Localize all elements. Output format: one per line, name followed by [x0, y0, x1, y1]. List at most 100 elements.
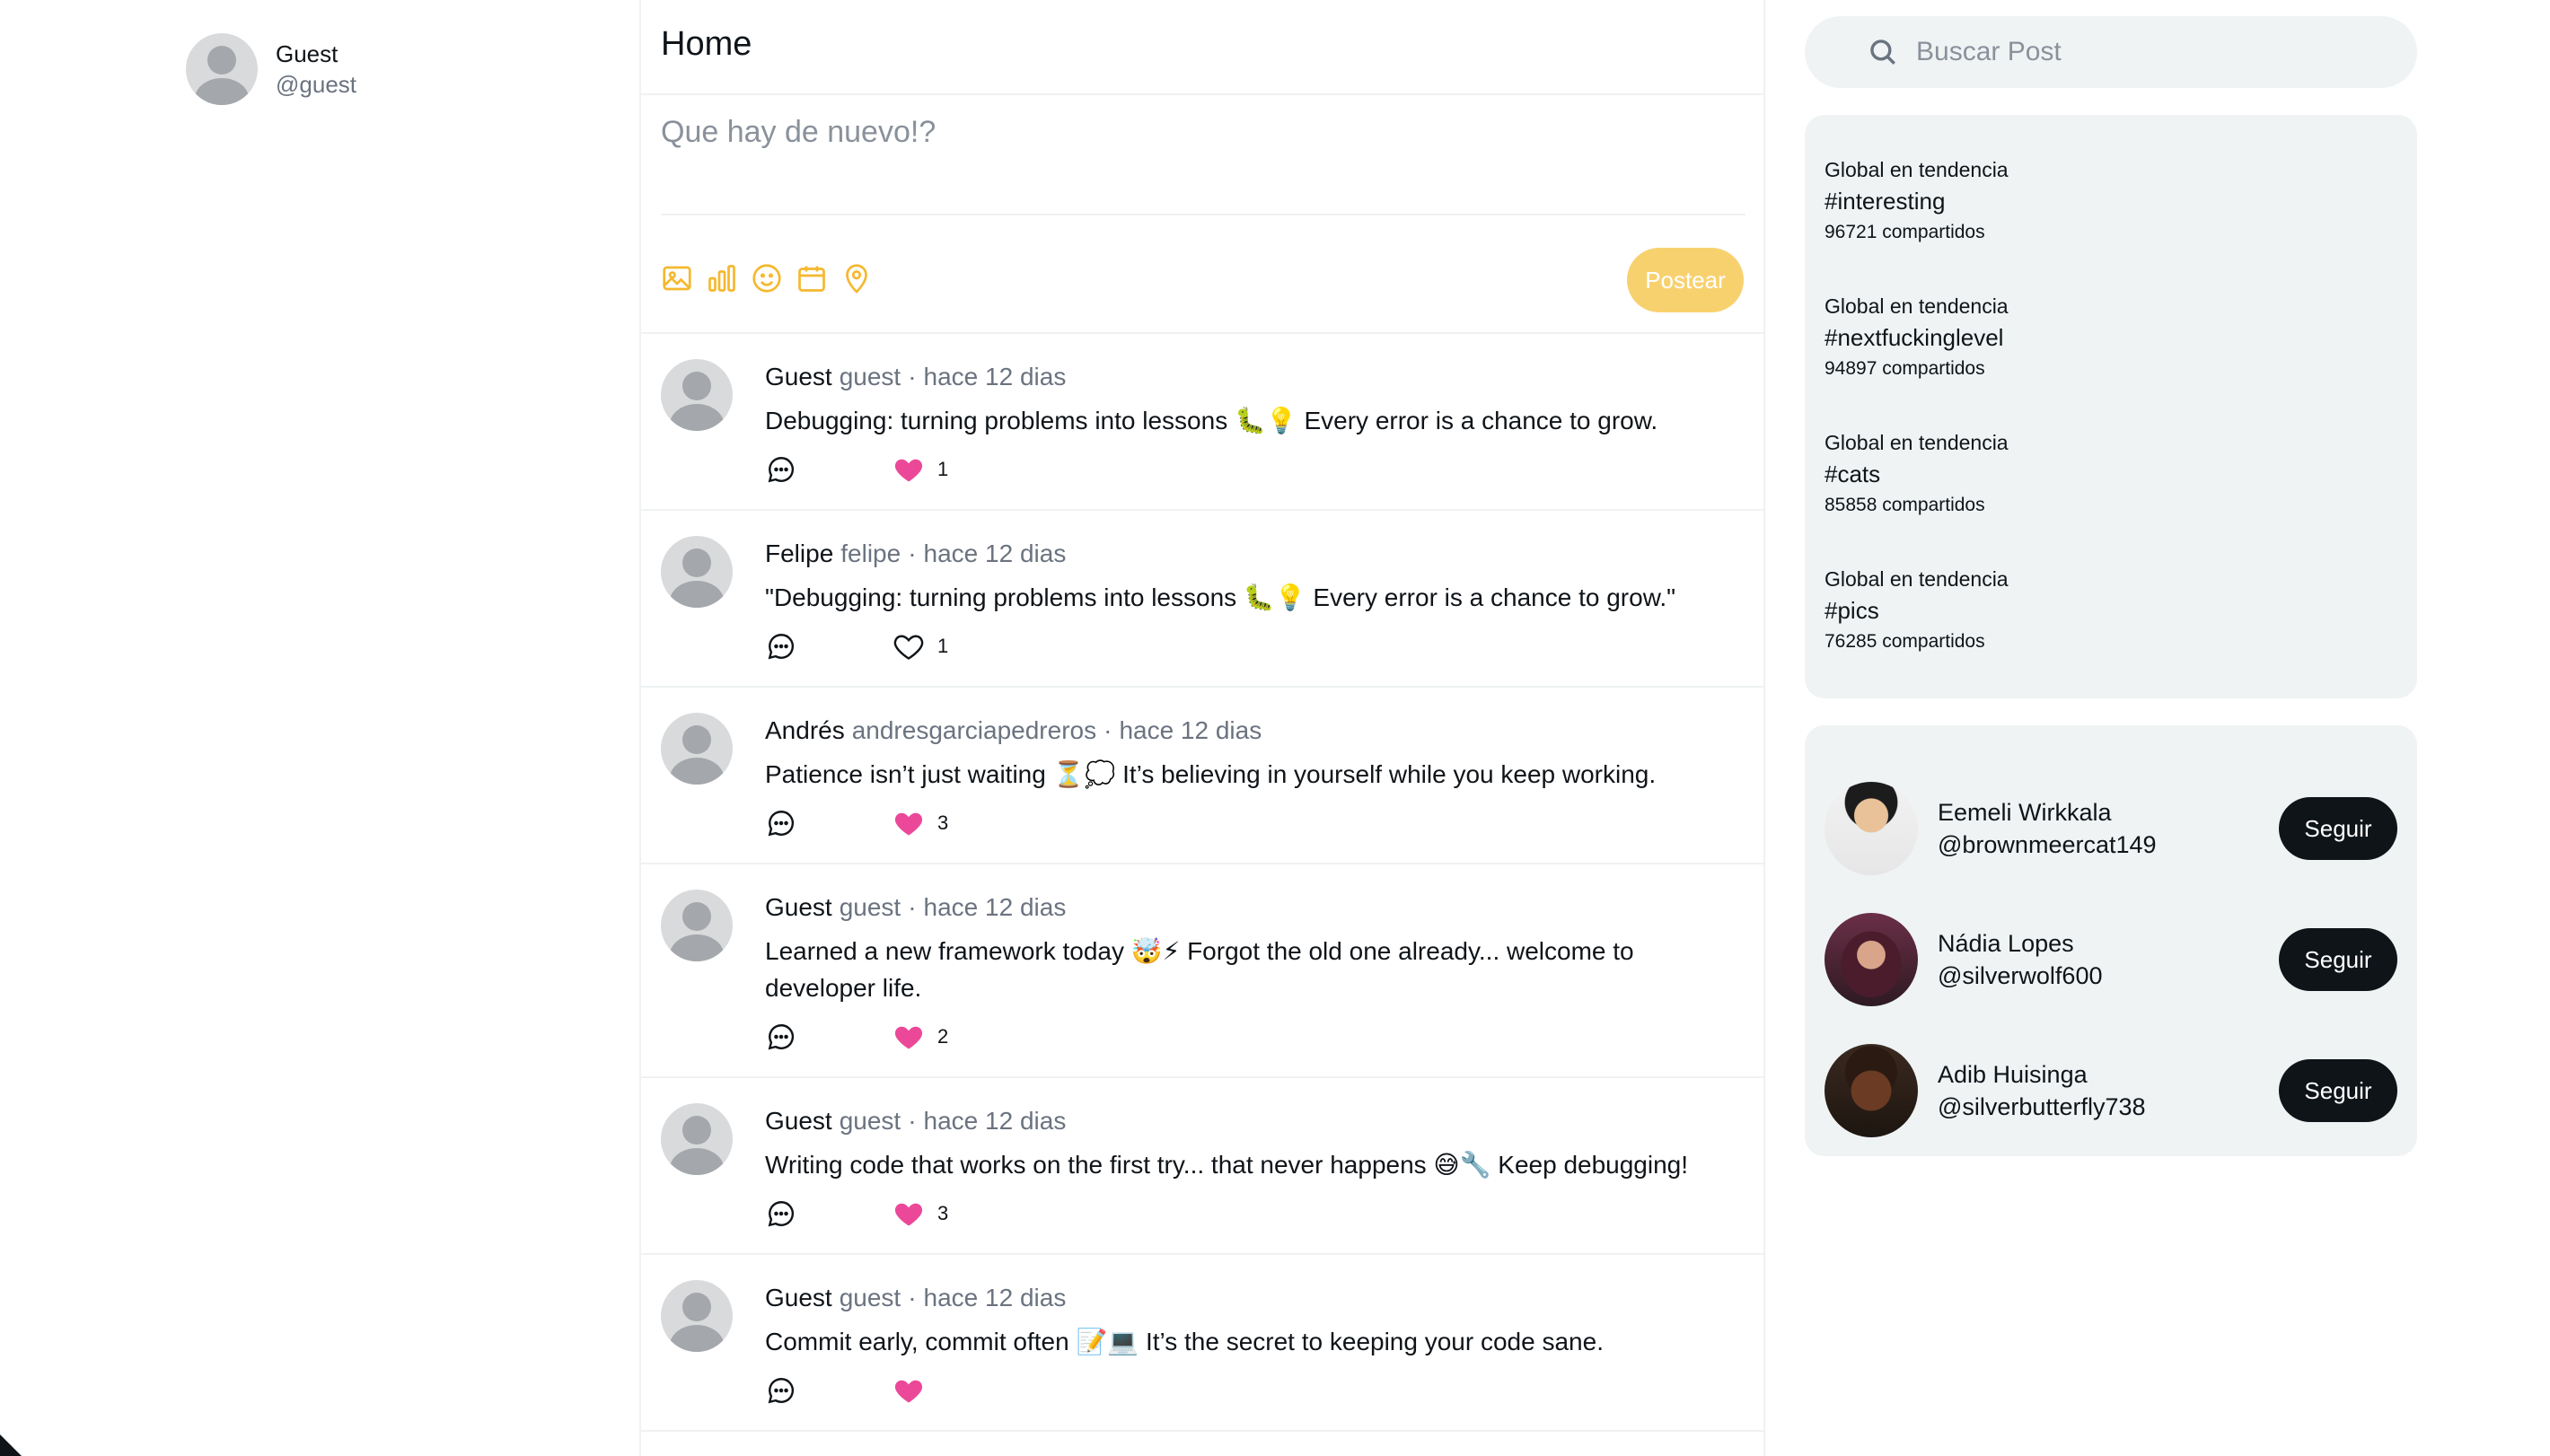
post[interactable]: Guest guest · hace 12 dias Debugging: turni… [641, 334, 1763, 511]
post-header: Guest guest · hace 12 dias [765, 361, 1728, 393]
post-author-handle[interactable]: guest [840, 363, 901, 390]
separator: · [908, 1284, 917, 1311]
follow-name[interactable]: Eemeli Wirkkala [1938, 796, 2279, 829]
like-button[interactable]: 3 [892, 1197, 948, 1230]
separator: · [908, 893, 917, 921]
post-author-name[interactable]: Felipe [765, 539, 833, 567]
follow-info: Adib Huisinga @silverbutterfly738 [1938, 1058, 2279, 1123]
post-text: Learned a new framework today 🤯⚡ Forgot … [765, 937, 1634, 1002]
comment-icon[interactable] [765, 1197, 797, 1230]
avatar[interactable] [661, 713, 733, 785]
trend-item[interactable]: Global en tendencia #pics 76285 comparti… [1825, 566, 2397, 702]
like-button[interactable]: 2 [892, 1021, 948, 1053]
trend-count: 85858 compartidos [1825, 495, 1985, 515]
who-to-follow-panel: Eemeli Wirkkala @brownmeercat149 Seguir … [1805, 725, 2417, 1156]
comment-icon[interactable] [765, 807, 797, 839]
emoji-icon[interactable] [751, 262, 783, 294]
location-icon[interactable] [840, 262, 873, 294]
avatar[interactable] [1825, 913, 1918, 1006]
post-author-name[interactable]: Andrés [765, 716, 845, 744]
post-author-handle[interactable]: guest [840, 1284, 901, 1311]
comment-icon[interactable] [765, 630, 797, 662]
post-author-handle[interactable]: guest [840, 1107, 901, 1135]
follow-button[interactable]: Seguir [2279, 797, 2397, 860]
post-timestamp: hace 12 dias [923, 1284, 1067, 1311]
avatar[interactable] [661, 536, 733, 608]
post[interactable]: Guest guest · hace 12 dias Commit early, co… [641, 1255, 1763, 1432]
post-author-name[interactable]: Guest [765, 1284, 832, 1311]
current-user[interactable]: Guest @guest [186, 33, 356, 105]
post-header: Andrés andresgarciapedreros · hace 12 dias [765, 715, 1728, 747]
avatar[interactable] [661, 359, 733, 431]
like-button[interactable] [892, 1374, 937, 1407]
trend-context: Global en tendencia [1825, 567, 2009, 591]
post-actions: 3 [765, 1194, 1728, 1253]
post-timestamp: hace 12 dias [923, 363, 1067, 390]
avatar[interactable] [1825, 782, 1918, 875]
composer-toolbar [661, 262, 873, 294]
post-body: Guest guest · hace 12 dias Commit early, co… [765, 1255, 1763, 1430]
post-author-name[interactable]: Guest [765, 893, 832, 921]
post-actions: 2 [765, 1017, 1728, 1076]
post-actions [765, 1371, 1728, 1430]
trend-context: Global en tendencia [1825, 431, 2009, 454]
poll-icon[interactable] [706, 262, 738, 294]
divider [641, 93, 1763, 95]
post-timestamp: hace 12 dias [1119, 716, 1262, 744]
like-button[interactable]: 1 [892, 453, 948, 486]
like-button[interactable]: 3 [892, 807, 948, 839]
comment-icon[interactable] [765, 1021, 797, 1053]
avatar[interactable] [661, 1280, 733, 1352]
composer-input[interactable]: Que hay de nuevo!? [661, 115, 936, 150]
follow-info: Nádia Lopes @silverwolf600 [1938, 927, 2279, 992]
trend-item[interactable]: Global en tendencia #interesting 96721 c… [1825, 156, 2397, 293]
follow-button[interactable]: Seguir [2279, 1059, 2397, 1122]
follow-button[interactable]: Seguir [2279, 928, 2397, 991]
post-author-handle[interactable]: guest [840, 893, 901, 921]
post-actions: 1 [765, 627, 1728, 686]
comment-icon[interactable] [765, 1374, 797, 1407]
follow-suggestion: Nádia Lopes @silverwolf600 Seguir [1825, 894, 2397, 1025]
like-count: 1 [937, 635, 949, 657]
post-header: Guest guest · hace 12 dias [765, 891, 1728, 924]
avatar[interactable] [661, 1103, 733, 1175]
follow-name[interactable]: Adib Huisinga [1938, 1058, 2279, 1091]
schedule-icon[interactable] [796, 262, 828, 294]
post-author-handle[interactable]: andresgarciapedreros [852, 716, 1096, 744]
post-author-handle[interactable]: felipe [840, 539, 901, 567]
post[interactable]: Felipe felipe · hace 12 dias "Debugging: tu… [641, 511, 1763, 688]
heart-icon [892, 1021, 925, 1053]
heart-icon [892, 1197, 925, 1230]
search-input[interactable] [1916, 37, 2365, 67]
post-author-name[interactable]: Guest [765, 363, 832, 390]
post-actions: 1 [765, 450, 1728, 509]
trend-context: Global en tendencia [1825, 294, 2009, 318]
comment-icon[interactable] [765, 453, 797, 486]
post-text: "Debugging: turning problems into lesson… [765, 583, 1676, 611]
post-button[interactable]: Postear [1627, 248, 1744, 312]
image-icon[interactable] [661, 262, 693, 294]
like-button[interactable]: 1 [892, 630, 948, 662]
trend-item[interactable]: Global en tendencia #nextfuckinglevel 94… [1825, 293, 2397, 429]
post-body: Andrés andresgarciapedreros · hace 12 dias … [765, 688, 1763, 863]
post[interactable]: Guest guest · hace 12 dias Writing code tha… [641, 1078, 1763, 1255]
current-user-info: Guest @guest [276, 39, 356, 100]
post-text: Debugging: turning problems into lessons… [765, 407, 1658, 434]
trend-count: 96721 compartidos [1825, 222, 1985, 242]
main-feed: Home Que hay de nuevo!? Postear Guest gue… [639, 0, 1765, 1456]
follow-handle: @silverbutterfly738 [1938, 1093, 2146, 1120]
follow-name[interactable]: Nádia Lopes [1938, 927, 2279, 960]
avatar[interactable] [661, 890, 733, 961]
post[interactable]: Guest guest · hace 12 dias Learned a new fr… [641, 864, 1763, 1078]
trend-hashtag: #interesting [1825, 188, 1946, 215]
avatar[interactable] [1825, 1044, 1918, 1137]
trends-panel: Global en tendencia #interesting 96721 c… [1805, 115, 2417, 698]
post[interactable]: Andrés andresgarciapedreros · hace 12 dias … [641, 688, 1763, 864]
post-author-name[interactable]: Guest [765, 1107, 832, 1135]
heart-icon [892, 630, 925, 662]
page-title: Home [661, 25, 752, 63]
current-user-name: Guest [276, 40, 339, 67]
heart-icon [892, 1374, 925, 1407]
like-count: 3 [937, 811, 949, 834]
trend-item[interactable]: Global en tendencia #cats 85858 comparti… [1825, 429, 2397, 566]
